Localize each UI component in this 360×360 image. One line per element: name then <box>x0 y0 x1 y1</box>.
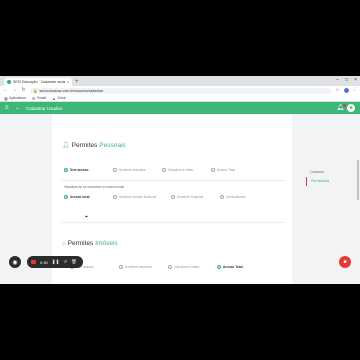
url-text: sesi.educacao.com.br/usuarios/cadastrar <box>39 88 104 93</box>
radio-option[interactable]: Sem acesso <box>64 168 113 172</box>
mail-icon: ✉ <box>32 95 36 101</box>
camera-toggle-button[interactable]: ◉ <box>9 256 21 268</box>
address-bar[interactable]: 🔒 sesi.educacao.com.br/usuarios/cadastra… <box>30 87 332 94</box>
lock-icon: 🔒 <box>33 88 38 93</box>
apps-grid-icon: ▦ <box>4 95 8 101</box>
profile-avatar-icon[interactable] <box>343 88 349 93</box>
new-tab-button[interactable]: + <box>75 78 79 86</box>
radio-checked-icon <box>64 168 68 172</box>
favicon-icon <box>7 80 11 84</box>
minimize-button[interactable]: – <box>336 77 339 84</box>
pause-icon[interactable]: ❚❚ <box>52 259 60 265</box>
side-nav-item-permissoes[interactable]: Permissões <box>306 177 336 186</box>
radio-option[interactable]: Administrador <box>220 195 269 199</box>
camera-icon: ◉ <box>12 259 18 266</box>
trash-icon[interactable]: 🗑︎ <box>71 259 77 265</box>
radio-icon <box>211 168 215 172</box>
notification-badge <box>343 104 346 107</box>
restart-icon[interactable]: ↺ <box>63 259 67 265</box>
notification-bell-icon[interactable]: 🔔︎ <box>336 104 346 111</box>
person-icon: 👤︎ <box>62 143 70 149</box>
star-icon[interactable]: ☆ <box>335 88 339 93</box>
radio-option[interactable]: Somente visualizar <box>113 168 162 172</box>
side-nav: Cadastro Permissões <box>306 168 336 186</box>
radio-option[interactable]: Acesso Total <box>217 265 266 269</box>
bookmark-apps[interactable]: ▦ Aplicativos <box>4 96 26 101</box>
home-icon: ⌂ <box>62 240 66 247</box>
radio-option[interactable]: Visualizar e editar <box>162 168 211 172</box>
reload-icon[interactable]: ↻ <box>21 88 26 93</box>
drive-icon: ▲ <box>52 95 56 101</box>
radio-option[interactable]: Somente Acesso Nacional <box>113 195 171 199</box>
page-title: Cadastrar Usuário <box>26 105 63 111</box>
tab-strip: SESI Educação · Cadastrar usuário × + – … <box>0 76 360 86</box>
stop-recording-button[interactable]: ■ <box>339 256 351 268</box>
window-controls: – □ × <box>336 77 357 84</box>
scroll-thumb[interactable] <box>357 160 359 200</box>
radio-group-scope: Acesso local Somente Acesso Nacional Som… <box>64 195 269 199</box>
mouse-cursor-icon: ⌖ <box>85 214 88 220</box>
section-title-pessoais: 👤︎ Permites Pessoais <box>62 142 126 149</box>
hamburger-menu-icon[interactable]: ≡ <box>5 105 13 111</box>
recording-time: 0:30 <box>40 259 48 265</box>
radio-option[interactable]: Somente visualizar <box>119 265 168 269</box>
radio-icon <box>119 265 123 269</box>
bookmarks-bar: ▦ Aplicativos ✉ Gmail ▲ Drive <box>0 95 360 102</box>
recording-toolbar: 0:30 ❚❚ ↺ 🗑︎ <box>27 256 83 268</box>
radio-icon <box>162 168 166 172</box>
radio-group-imoveis: Sem acesso Somente visualizar Visualizar… <box>70 265 266 269</box>
browser-toolbar: ← → ↻ 🔒 sesi.educacao.com.br/usuarios/ca… <box>0 86 360 95</box>
side-nav-item-cadastro[interactable]: Cadastro <box>306 168 336 177</box>
page-scrollbar[interactable] <box>357 40 359 210</box>
radio-icon <box>113 168 117 172</box>
radio-option[interactable]: Visualizar e editar <box>168 265 217 269</box>
back-icon[interactable]: ← <box>15 105 23 111</box>
radio-checked-icon <box>64 195 68 199</box>
radio-icon <box>220 195 224 199</box>
divider <box>60 180 285 181</box>
radio-icon <box>113 195 117 199</box>
forward-arrow-icon[interactable]: → <box>12 88 17 93</box>
bookmark-drive[interactable]: ▲ Drive <box>52 96 66 101</box>
stop-icon: ■ <box>343 259 347 265</box>
radio-checked-icon <box>217 265 221 269</box>
header-actions: 🔔︎ ● <box>336 104 355 112</box>
user-avatar[interactable]: ● <box>347 104 355 112</box>
back-arrow-icon[interactable]: ← <box>3 88 8 93</box>
section-title-imoveis: ⌂ Permites Imóveis <box>62 240 118 247</box>
tab-close-icon[interactable]: × <box>67 80 69 84</box>
tab-title: SESI Educação · Cadastrar usuário <box>13 80 65 84</box>
app-header: ≡ ← Cadastrar Usuário 🔔︎ ● <box>0 102 360 114</box>
bookmark-gmail[interactable]: ✉ Gmail <box>32 96 46 101</box>
radio-icon <box>171 195 175 199</box>
radio-option[interactable]: Somente Regional <box>171 195 220 199</box>
radio-group-pessoais: Sem acesso Somente visualizar Visualizar… <box>64 168 260 172</box>
radio-option[interactable]: Acesso local <box>64 195 113 199</box>
maximize-button[interactable]: □ <box>345 77 348 84</box>
divider <box>60 222 285 223</box>
sub-label: Visualizar ao se encontrar no mesmo loca… <box>64 185 125 189</box>
form-card <box>52 114 292 284</box>
radio-option[interactable]: Acesso Total <box>211 168 260 172</box>
recording-indicator-icon <box>31 260 36 264</box>
browser-tab[interactable]: SESI Educação · Cadastrar usuário × <box>4 78 72 86</box>
radio-icon <box>168 265 172 269</box>
